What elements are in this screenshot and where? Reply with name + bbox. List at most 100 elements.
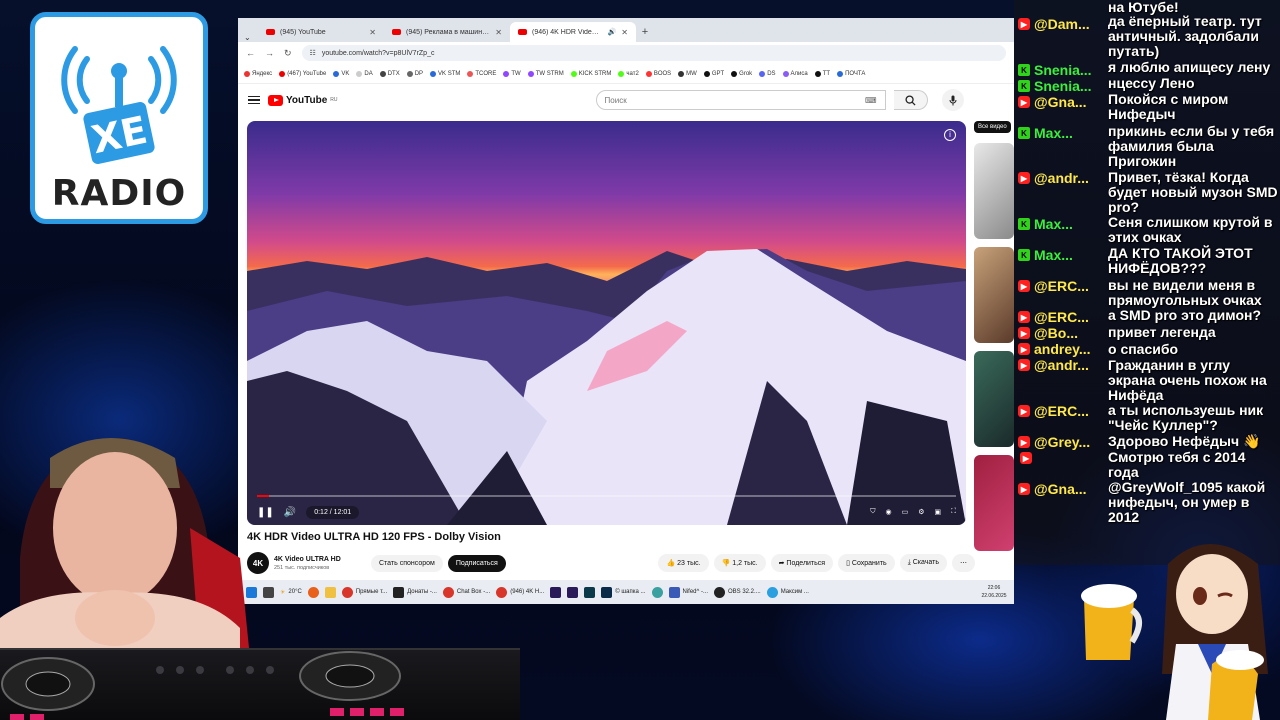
chat-username: ▶ @ERC...	[1018, 309, 1108, 325]
taskbar-label: Донаты -...	[407, 589, 437, 595]
channel-name[interactable]: 4K Video ULTRA HD	[274, 556, 366, 563]
like-button[interactable]: 👍 23 тыс.	[658, 554, 709, 572]
recommended-thumbnail[interactable]	[974, 455, 1014, 551]
bookmark-item[interactable]: ПОЧТА	[837, 70, 865, 77]
bookmark-item[interactable]: VK	[333, 70, 349, 77]
notepad-icon	[668, 586, 680, 598]
bookmark-item[interactable]: DS	[759, 70, 776, 77]
video-player[interactable]: i ❚❚ 🔊 0:12 / 12:01 ⛉ ◉ ▭ ⚙ ▣ ⛶	[247, 121, 966, 525]
browser-tab-3[interactable]: (946) 4K HDR Video ULTRA 🔊 ✕	[510, 22, 636, 42]
forward-icon[interactable]: →	[265, 48, 274, 58]
menu-icon[interactable]	[248, 95, 260, 105]
recommended-thumbnail[interactable]	[974, 351, 1014, 447]
taskbar-app[interactable]: OBS 32.2....	[714, 586, 761, 598]
kick-platform-icon: K	[1018, 249, 1030, 261]
premiere-icon[interactable]	[567, 586, 579, 598]
subscribe-button[interactable]: Подписаться	[447, 554, 506, 572]
save-label: Сохранить	[851, 560, 887, 567]
chat-username-text: @Bo...	[1034, 325, 1078, 341]
share-button[interactable]: ➦ Поделиться	[770, 554, 834, 572]
voice-search-button[interactable]	[941, 89, 964, 111]
save-button[interactable]: ▯ Сохранить	[838, 554, 895, 572]
firefox-icon[interactable]	[307, 586, 319, 598]
chat-message: вы не видели меня в прямоугольных очках	[1108, 277, 1262, 308]
settings-icon[interactable]: ⚙	[918, 508, 924, 516]
chat-username: ▶ andrey...	[1018, 341, 1108, 357]
taskbar-app[interactable]: © шапка ...	[601, 586, 646, 598]
miniplayer-icon[interactable]: ▣	[934, 508, 941, 516]
video-progress-bar[interactable]	[257, 495, 956, 497]
weather-widget[interactable]: ☀ 20°C	[280, 589, 302, 596]
new-tab-button[interactable]: +	[636, 22, 654, 42]
shield-icon[interactable]: ⛉	[870, 508, 875, 516]
streamer-webcam	[0, 438, 250, 658]
bookmark-label: TW STRM	[535, 70, 564, 77]
address-bar[interactable]: ☷ youtube.com/watch?v=p8UlV7rZp_c	[301, 45, 1006, 61]
system-clock[interactable]: 22:06 22.06.2025	[974, 580, 1014, 604]
browser-tab-1[interactable]: (945) YouTube ✕	[258, 22, 384, 42]
fullscreen-icon[interactable]: ⛶	[951, 508, 956, 516]
speaker-icon[interactable]: 🔊	[608, 28, 617, 36]
bookmark-item[interactable]: KICK STRM	[570, 70, 611, 77]
dislike-button[interactable]: 👎 1,2 тыс.	[713, 554, 766, 572]
youtube-logo[interactable]: YouTube RU	[268, 94, 338, 106]
site-info-icon[interactable]: ☷	[310, 49, 316, 57]
tab-list-chevron-icon[interactable]: ⌄	[244, 33, 258, 42]
taskbar-app[interactable]: Chat Box -...	[442, 586, 490, 598]
bookmark-item[interactable]: TCORE	[467, 70, 496, 77]
bookmark-item[interactable]: DP	[406, 70, 424, 77]
bookmark-item[interactable]: чат2	[618, 70, 639, 77]
keyboard-icon[interactable]: ⌨	[865, 96, 877, 105]
volume-icon[interactable]: 🔊	[284, 507, 296, 518]
bookmark-item[interactable]: MW	[678, 70, 697, 77]
bookmark-item[interactable]: Алиса	[782, 70, 808, 77]
bookmark-item[interactable]: BOOS	[645, 70, 671, 77]
recommended-videos: Все видео	[974, 121, 1014, 581]
chrome-icon	[496, 586, 508, 598]
bookmark-item[interactable]: TW	[503, 70, 521, 77]
xe-radio-logo: XE RADIO	[30, 12, 208, 224]
subtitles-icon[interactable]: ▭	[902, 508, 909, 516]
chat-username-text: @ERC...	[1034, 278, 1089, 294]
search-input[interactable]: Поиск ⌨	[595, 90, 886, 110]
chat-username: ▶ @Gna...	[1018, 94, 1108, 110]
more-actions-button[interactable]: ⋯	[952, 554, 975, 572]
download-button[interactable]: ⤓ Скачать	[899, 554, 947, 572]
close-tab-icon[interactable]: ✕	[369, 28, 376, 37]
bookmark-item[interactable]: (467) YouTube	[279, 70, 326, 77]
close-tab-icon[interactable]: ✕	[495, 28, 502, 37]
globe-icon[interactable]	[651, 586, 663, 598]
chat-username: K Snenia...	[1018, 78, 1108, 94]
browser-tab-2[interactable]: (945) Реклама в машинах: будь ✕	[384, 22, 510, 42]
taskbar-app[interactable]: (946) 4K H...	[496, 586, 544, 598]
autoplay-icon[interactable]: ◉	[885, 508, 891, 516]
reload-icon[interactable]: ↻	[284, 48, 292, 59]
taskbar-app[interactable]: Прямые т...	[341, 586, 387, 598]
audition-icon[interactable]	[584, 586, 596, 598]
taskbar-app[interactable]: Донаты -...	[393, 586, 437, 598]
search-button[interactable]	[893, 90, 928, 110]
info-icon[interactable]: i	[944, 129, 956, 141]
back-icon[interactable]: ←	[246, 48, 255, 58]
premiere-icon[interactable]	[550, 586, 562, 598]
bookmark-item[interactable]: Яндекс	[244, 70, 272, 77]
chat-message: о спасибо	[1108, 341, 1179, 357]
bookmark-item[interactable]: VK STM	[430, 70, 460, 77]
all-videos-chip[interactable]: Все видео	[974, 121, 1011, 133]
sponsor-button[interactable]: Стать спонсором	[371, 554, 443, 572]
youtube-platform-icon: ▶	[1018, 18, 1030, 30]
bookmark-item[interactable]: TT	[814, 70, 830, 77]
close-tab-icon[interactable]: ✕	[621, 28, 628, 37]
folder-icon[interactable]	[324, 586, 336, 598]
bookmark-label: DP	[414, 70, 424, 77]
bookmark-item[interactable]: DTX	[379, 70, 400, 77]
recommended-thumbnail[interactable]	[974, 247, 1014, 343]
bookmark-item[interactable]: GPT	[703, 70, 724, 77]
recommended-thumbnail[interactable]	[974, 143, 1014, 239]
bookmark-item[interactable]: DA	[356, 70, 373, 77]
bookmark-item[interactable]: Grok	[731, 70, 752, 77]
taskbar-app[interactable]: Nifed^ -...	[668, 586, 708, 598]
bookmark-icon: ▯	[846, 560, 850, 567]
taskbar-app[interactable]: Максим ...	[766, 586, 809, 598]
bookmark-item[interactable]: TW STRM	[527, 70, 564, 77]
